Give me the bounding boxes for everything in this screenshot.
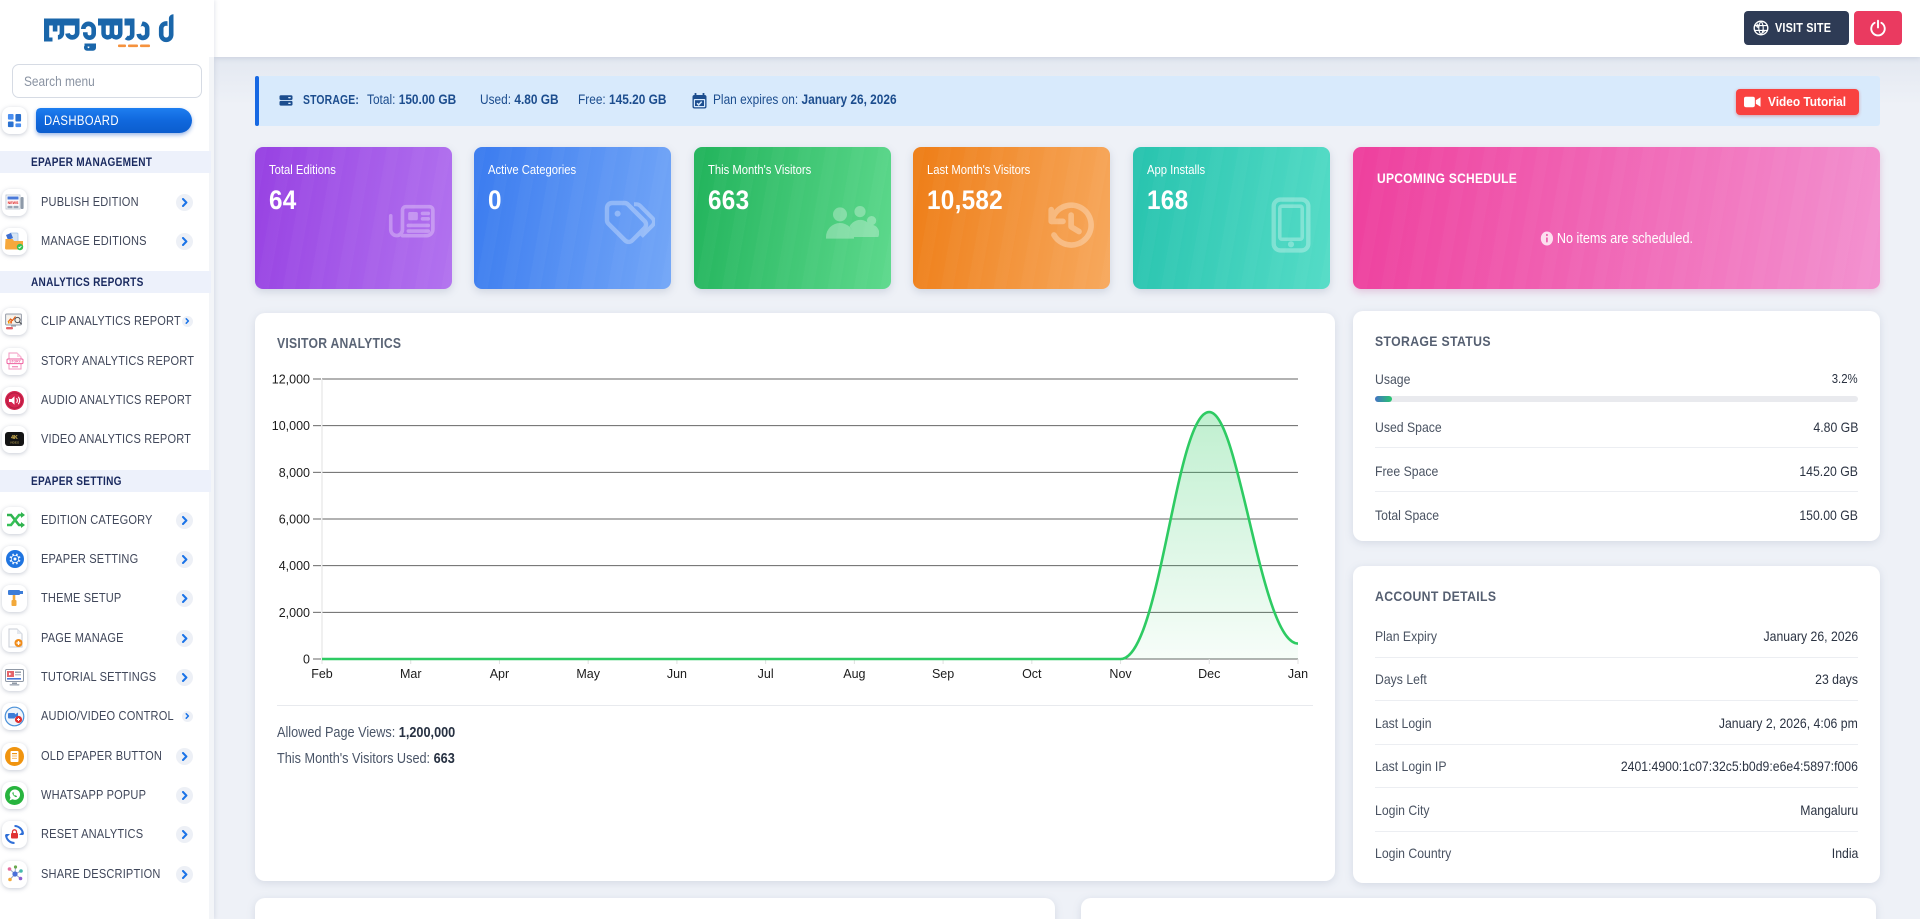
svg-text:Nov: Nov [1109,667,1132,681]
svg-text:12,000: 12,000 [272,373,310,387]
svg-text:Mar: Mar [400,667,422,681]
svg-text:8,000: 8,000 [279,466,310,480]
svg-text:STORY: STORY [9,360,21,364]
svg-text:Sep: Sep [932,667,954,681]
svg-text:VIDEO: VIDEO [10,441,20,445]
svg-text:Oct: Oct [1022,667,1042,681]
svg-text:May: May [576,667,600,681]
svg-text:Jan: Jan [1288,667,1308,681]
svg-text:Jul: Jul [758,667,774,681]
svg-text:6,000: 6,000 [279,513,310,527]
svg-text:Apr: Apr [490,667,509,681]
svg-text:0: 0 [303,653,310,667]
svg-text:NEWS: NEWS [7,201,18,205]
svg-text:4,000: 4,000 [279,559,310,573]
svg-text:Jun: Jun [667,667,687,681]
svg-text:10,000: 10,000 [272,419,310,433]
svg-text:2,000: 2,000 [279,606,310,620]
svg-text:Feb: Feb [311,667,333,681]
svg-text:Aug: Aug [843,667,865,681]
svg-text:Dec: Dec [1198,667,1220,681]
